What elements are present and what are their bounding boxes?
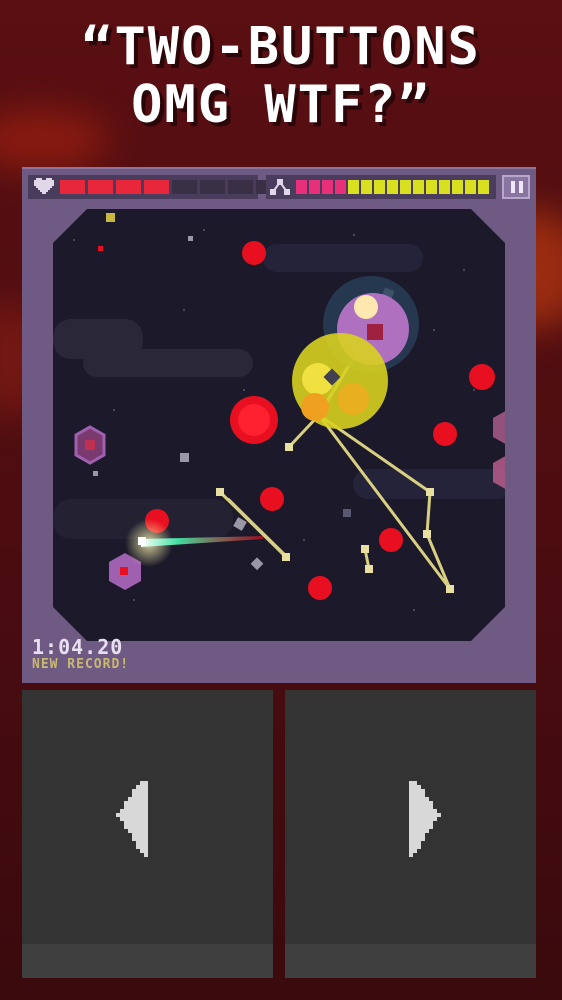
- enemy-red-fragment: [98, 246, 103, 251]
- heart-icon: [34, 178, 54, 194]
- explosion: [301, 393, 329, 421]
- health-segment: [116, 180, 141, 194]
- run-timer: 1:04.20: [32, 635, 124, 659]
- energy-segment: [309, 180, 320, 194]
- energy-segment: [322, 180, 333, 194]
- pause-icon: [519, 181, 523, 193]
- energy-segment: [387, 180, 398, 194]
- energy-segment: [413, 180, 424, 194]
- energy-segment: [400, 180, 411, 194]
- energy-bar: [296, 180, 489, 194]
- pause-icon: [511, 181, 515, 193]
- enemy-bomb-center: [367, 324, 383, 340]
- energy-segment: [452, 180, 463, 194]
- energy-segment: [478, 180, 489, 194]
- energy-segment: [361, 180, 372, 194]
- play-field: [53, 209, 505, 641]
- promo-title-line-2: OMG WTF?”: [131, 75, 431, 135]
- energy-segment: [348, 180, 359, 194]
- health-segment: [144, 180, 169, 194]
- pause-button[interactable]: [502, 175, 530, 199]
- health-bar: [60, 180, 281, 194]
- promo-title-line-1: “TWO-BUTTONS: [81, 17, 481, 77]
- arrow-right-icon: [409, 781, 441, 857]
- energy-segment: [335, 180, 346, 194]
- energy-segment: [426, 180, 437, 194]
- player-ship: [138, 537, 146, 545]
- arrow-left-icon: [116, 781, 148, 857]
- energy-panel: [266, 175, 496, 199]
- explosion: [337, 383, 369, 415]
- move-right-button[interactable]: [285, 690, 536, 978]
- cloud: [263, 244, 423, 272]
- health-segment: [172, 180, 197, 194]
- control-strip: [285, 944, 536, 978]
- health-segment: [88, 180, 113, 194]
- new-record-label: NEW RECORD!: [32, 657, 130, 672]
- pickup: [106, 213, 115, 222]
- energy-segment: [439, 180, 450, 194]
- play-field-canvas: [53, 213, 505, 611]
- energy-segment: [296, 180, 307, 194]
- health-segment: [200, 180, 225, 194]
- promo-title: “TWO-BUTTONS OMG WTF?”: [0, 18, 562, 134]
- control-strip: [22, 944, 273, 978]
- health-segment: [60, 180, 85, 194]
- health-panel: [28, 175, 281, 199]
- enemy-bomb-core: [354, 295, 378, 319]
- health-segment: [228, 180, 253, 194]
- move-left-button[interactable]: [22, 690, 273, 978]
- dash-link-icon: [270, 179, 290, 195]
- energy-segment: [374, 180, 385, 194]
- game-screen: 1:04.20 NEW RECORD!: [22, 167, 536, 683]
- cloud: [83, 349, 253, 377]
- energy-segment: [465, 180, 476, 194]
